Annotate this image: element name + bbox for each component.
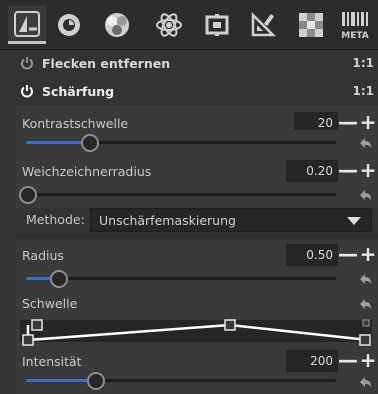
tab-filter[interactable] [292,6,330,44]
section-header-spot-removal[interactable]: Flecken entfernen 1:1 [0,50,378,76]
intensity-group: Intensität 200 — + [16,350,378,394]
threshold-label: Schwelle [22,296,78,311]
power-icon[interactable] [20,84,34,98]
tab-exposure[interactable] [98,6,136,44]
curve-handle [22,334,34,346]
radius-slider[interactable] [26,270,336,288]
contrast-threshold-slider[interactable] [26,134,336,152]
increment-button[interactable]: + [358,350,378,372]
method-dropdown-value: Unschärfemaskierung [99,212,236,228]
blur-radius-group: Weichzeichnerradius 0.20 — + [16,156,378,208]
decrement-button[interactable]: — [338,350,358,372]
tab-meta[interactable]: META [336,6,374,44]
tab-detail[interactable] [8,6,46,44]
slider-track [26,277,336,280]
advanced-tool-icon [156,13,182,37]
radius-group: Radius 0.50 — + [16,240,378,292]
reset-icon[interactable] [358,137,372,149]
intensity-spinner: 200 — + [286,350,378,372]
threshold-group: Schwelle [16,292,378,350]
power-icon[interactable] [20,56,34,70]
tab-color[interactable] [50,6,88,44]
decrement-button[interactable]: — [338,160,358,182]
slider-knob[interactable] [87,372,105,390]
tool-tabs-bar: META [0,0,378,50]
transform-tool-icon [251,11,277,37]
chevron-down-icon [347,217,361,225]
radius-spinner: 0.50 — + [286,244,378,266]
slider-fill [26,141,88,144]
curve-handle [359,334,371,346]
tab-raw[interactable] [198,6,236,44]
reset-icon[interactable] [358,376,372,388]
radius-value[interactable]: 0.50 [286,244,338,266]
threshold-curve[interactable] [20,316,374,346]
slider-fill [26,379,94,382]
raw-tool-icon [205,14,229,36]
blur-radius-slider[interactable] [19,186,336,204]
blur-radius-label: Weichzeichnerradius [22,164,152,179]
detail-panel: Flecken entfernen 1:1 Schärfung 1:1 Kont… [0,50,378,394]
blur-radius-value[interactable]: 0.20 [286,160,338,182]
curve-handle [31,319,43,331]
slider-knob[interactable] [19,186,37,204]
reset-icon[interactable] [358,189,372,201]
increment-button[interactable]: + [358,160,378,182]
method-dropdown[interactable]: Unschärfemaskierung [90,208,372,232]
contrast-threshold-label: Kontrastschwelle [22,116,129,131]
reset-icon[interactable] [358,273,372,285]
method-row: Methode: Unschärfemaskierung [16,208,378,232]
zoom-ratio: 1:1 [352,84,375,98]
radius-label: Radius [22,248,64,263]
curve-handle [362,319,370,327]
filter-tool-icon [299,13,323,37]
blur-radius-spinner: 0.20 — + [286,160,378,182]
reset-icon[interactable] [358,298,372,310]
color-tool-icon [58,14,80,36]
exposure-tool-icon [105,13,129,37]
section-title: Schärfung [42,83,115,99]
slider-knob[interactable] [81,134,99,152]
tab-advanced[interactable] [150,6,188,44]
divider [16,236,378,237]
curve-handle [224,319,236,331]
method-label: Methode: [26,212,85,227]
decrement-button[interactable]: — [338,244,358,266]
section-title: Flecken entfernen [42,55,171,71]
intensity-label: Intensität [22,354,82,369]
section-header-sharpening[interactable]: Schärfung 1:1 [0,78,378,104]
meta-label: META [341,31,369,40]
increment-button[interactable]: + [358,244,378,266]
contrast-threshold-slider-row [16,130,378,156]
intensity-slider[interactable] [26,372,336,390]
meta-tool-icon: META [341,12,369,40]
detail-tool-icon [14,10,40,37]
tab-transform[interactable] [244,6,282,44]
slider-track [26,193,336,196]
intensity-value[interactable]: 200 [286,350,338,372]
slider-knob[interactable] [50,270,68,288]
zoom-ratio: 1:1 [352,56,375,70]
